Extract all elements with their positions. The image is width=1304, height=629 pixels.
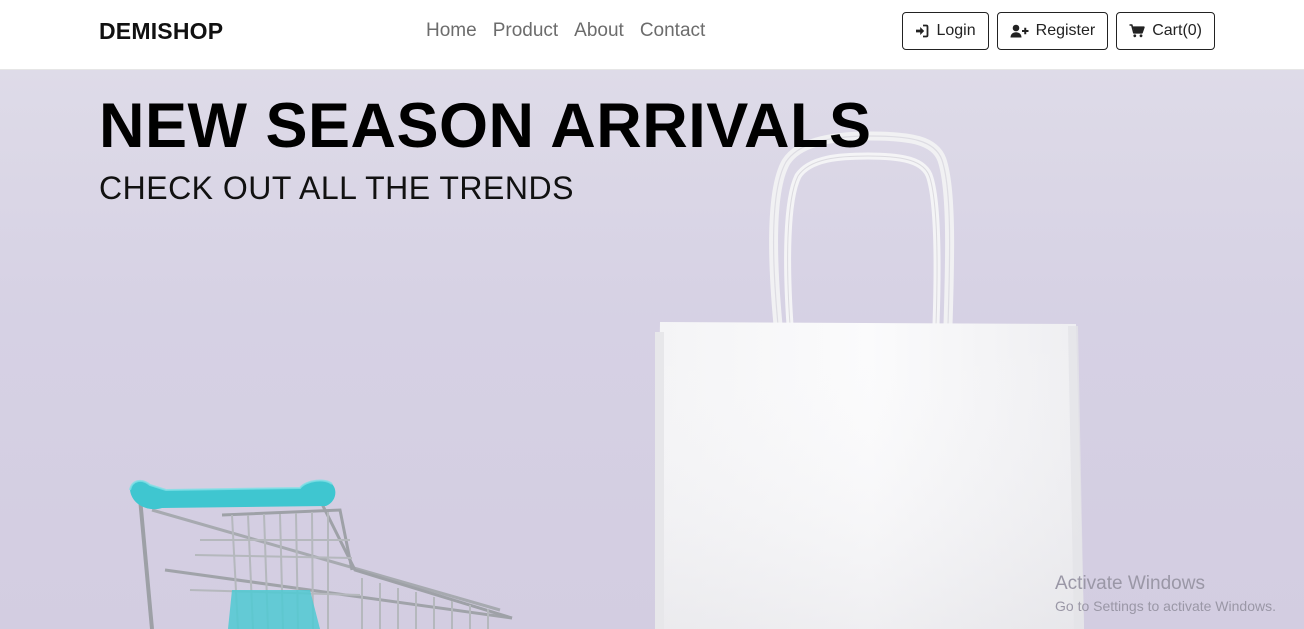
nav-link-home[interactable]: Home [426,20,477,42]
hero-banner: NEW SEASON ARRIVALS CHECK OUT ALL THE TR… [0,70,1304,629]
brand-logo[interactable]: DEMISHOP [99,18,223,45]
sign-in-icon [915,24,929,38]
nav-link-product[interactable]: Product [493,20,558,42]
windows-activation-watermark: Activate Windows Go to Settings to activ… [1055,572,1276,616]
user-plus-icon [1010,24,1029,38]
login-label: Login [936,22,976,39]
nav-links: Home Product About Contact [426,20,705,42]
watermark-title: Activate Windows [1055,573,1205,594]
nav-link-contact[interactable]: Contact [640,20,705,42]
navbar: DEMISHOP Home Product About Contact Logi… [0,0,1304,70]
register-button[interactable]: Register [996,12,1109,50]
cart-button[interactable]: Cart(0) [1116,12,1215,50]
cart-label: Cart(0) [1152,22,1202,39]
shopping-cart-illustration [129,479,513,629]
hero-subtitle: CHECK OUT ALL THE TRENDS [99,170,574,206]
register-label: Register [1035,22,1096,39]
nav-link-about[interactable]: About [574,20,624,42]
hero-title: NEW SEASON ARRIVALS [99,91,872,161]
watermark-subtitle: Go to Settings to activate Windows. [1055,598,1276,614]
shopping-cart-icon [1129,24,1145,38]
nav-buttons: Login Register Cart(0) [902,12,1215,50]
login-button[interactable]: Login [902,12,989,50]
shopping-bag-illustration [655,131,1084,629]
